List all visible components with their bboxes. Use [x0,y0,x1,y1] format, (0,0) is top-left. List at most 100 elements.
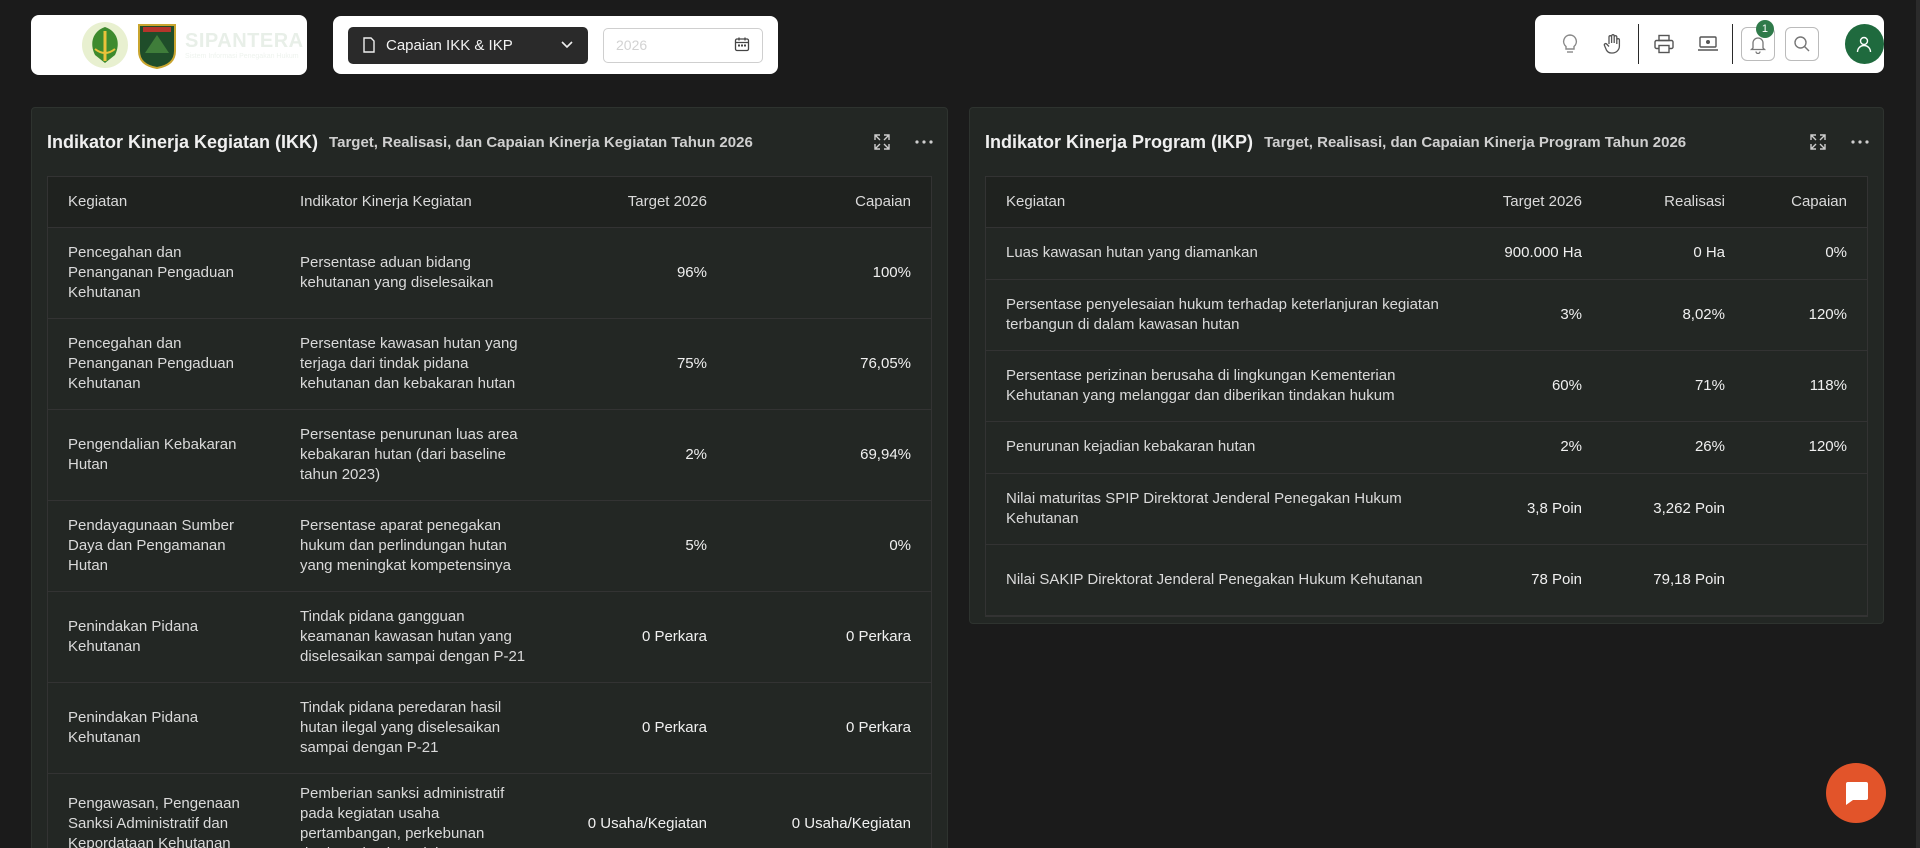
target-cell: 0 Perkara [557,591,727,683]
column-header: Target 2026 [1459,177,1602,228]
capaian-cell: 0% [1745,227,1867,280]
kegiatan-cell: Pengendalian Kebakaran Hutan [48,409,280,501]
kegiatan-cell: Persentase perizinan berusaha di lingkun… [986,350,1459,422]
target-cell: 0 Usaha/Kegiatan [557,773,727,848]
realisasi-cell: 79,18 Poin [1602,544,1745,616]
kegiatan-cell: Pencegahan dan Penanganan Pengaduan Kehu… [48,227,280,319]
target-cell: 0 Perkara [557,682,727,774]
table-row: Penindakan Pidana Kehutanan Tindak pidan… [48,682,931,774]
capaian-cell: 0 Perkara [727,591,931,683]
target-cell: 3,8 Poin [1459,473,1602,545]
kegiatan-cell: Pengawasan, Pengenaan Sanksi Administrat… [48,773,280,848]
ikp-panel: Indikator Kinerja Program (IKP) Target, … [969,107,1884,624]
capaian-cell [1745,473,1867,545]
realisasi-cell: 0 Ha [1602,227,1745,280]
target-cell: 2% [557,409,727,501]
table-row: Pencegahan dan Penanganan Pengaduan Kehu… [48,227,931,319]
kegiatan-cell: Penindakan Pidana Kehutanan [48,682,280,774]
filter-bar: Capaian IKK & IKP [333,16,778,74]
indikator-cell: Persentase kawasan hutan yang terjaga da… [280,318,557,410]
kegiatan-cell: Persentase penyelesaian hukum terhadap k… [986,279,1459,351]
emblem-logo-icon [138,24,176,69]
printer-icon[interactable] [1647,27,1681,61]
ikp-subtitle: Target, Realisasi, dan Capaian Kinerja P… [1264,133,1687,151]
calendar-icon[interactable] [734,36,750,55]
kegiatan-cell: Luas kawasan hutan yang diamankan [986,227,1459,280]
brand-name: SIPANTERA [185,29,304,52]
kegiatan-cell: Penurunan kejadian kebakaran hutan [986,421,1459,474]
expand-icon[interactable] [873,133,891,151]
year-picker[interactable] [603,27,763,63]
notification-badge: 1 [1755,20,1774,38]
ikp-table: Kegiatan Target 2026 Realisasi Capaian L… [986,177,1867,616]
column-header: Capaian [727,177,931,228]
column-header: Realisasi [1602,177,1745,228]
more-options-icon[interactable] [1851,139,1869,145]
ikk-panel: Indikator Kinerja Kegiatan (IKK) Target,… [31,107,948,848]
expand-icon[interactable] [1809,133,1827,151]
capaian-cell: 69,94% [727,409,931,501]
indikator-cell: Pemberian sanksi administratif pada kegi… [280,773,557,848]
column-header: Indikator Kinerja Kegiatan [280,177,557,228]
table-row: Nilai maturitas SPIP Direktorat Jenderal… [986,473,1867,545]
realisasi-cell: 26% [1602,421,1745,474]
target-cell: 900.000 Ha [1459,227,1602,280]
realisasi-cell: 3,262 Poin [1602,473,1745,545]
target-cell: 5% [557,500,727,592]
capaian-cell: 76,05% [727,318,931,410]
kegiatan-cell: Penindakan Pidana Kehutanan [48,591,280,683]
table-row: Pendayagunaan Sumber Daya dan Pengamanan… [48,500,931,592]
toolbar-divider [1638,24,1640,64]
presentation-icon[interactable] [1691,27,1725,61]
lightbulb-icon[interactable] [1553,27,1587,61]
search-button[interactable] [1784,27,1819,61]
table-row: Luas kawasan hutan yang diamankan 900.00… [986,227,1867,280]
ikk-subtitle: Target, Realisasi, dan Capaian Kinerja K… [329,133,753,151]
target-cell: 75% [557,318,727,410]
indikator-cell: Persentase aduan bidang kehutanan yang d… [280,227,557,319]
more-options-icon[interactable] [915,139,933,145]
notification-button[interactable]: 1 [1741,20,1775,61]
tree-logo-icon [82,22,128,68]
ikk-title: Indikator Kinerja Kegiatan (IKK) [47,131,319,152]
toolbar-divider [1732,24,1734,64]
indicator-select-label: Capaian IKK & IKP [386,36,513,54]
column-header: Target 2026 [557,177,727,228]
realisasi-cell: 71% [1602,350,1745,422]
brand-subtitle: Sistem Informasi Penegakan Hukum [185,52,299,60]
kegiatan-cell: Nilai SAKIP Direktorat Jenderal Penegaka… [986,544,1459,616]
indikator-cell: Tindak pidana gangguan keamanan kawasan … [280,591,557,683]
table-row: Penurunan kejadian kebakaran hutan 2% 26… [986,421,1867,474]
capaian-cell [1745,544,1867,616]
table-row: Nilai SAKIP Direktorat Jenderal Penegaka… [986,544,1867,616]
chevron-down-icon [560,37,574,54]
target-cell: 78 Poin [1459,544,1602,616]
capaian-cell: 100% [727,227,931,319]
indikator-cell: Persentase penurunan luas area kebakaran… [280,409,557,501]
target-cell: 60% [1459,350,1602,422]
target-cell: 3% [1459,279,1602,351]
target-cell: 96% [557,227,727,319]
capaian-cell: 0 Perkara [727,682,931,774]
search-icon [1793,36,1810,52]
document-icon [362,37,376,53]
avatar[interactable] [1844,24,1884,64]
capaian-cell: 118% [1745,350,1867,422]
ikk-table: Kegiatan Indikator Kinerja Kegiatan Targ… [48,177,931,848]
toolbar: 1 [1535,15,1884,73]
column-header: Kegiatan [986,177,1459,228]
target-cell: 2% [1459,421,1602,474]
chat-button[interactable] [1826,763,1886,823]
capaian-cell: 120% [1745,279,1867,351]
indicator-select[interactable]: Capaian IKK & IKP [348,26,588,64]
table-row: Persentase penyelesaian hukum terhadap k… [986,279,1867,351]
table-row: Pencegahan dan Penanganan Pengaduan Kehu… [48,318,931,410]
page-scrollbar[interactable] [1916,0,1920,848]
column-header: Capaian [1745,177,1867,228]
kegiatan-cell: Pencegahan dan Penanganan Pengaduan Kehu… [48,318,280,410]
logo-area[interactable]: SIPANTERA Sistem Informasi Penegakan Huk… [31,15,307,75]
year-input[interactable] [616,37,734,53]
user-icon [1857,36,1872,53]
hand-icon[interactable] [1597,27,1631,61]
kegiatan-cell: Nilai maturitas SPIP Direktorat Jenderal… [986,473,1459,545]
